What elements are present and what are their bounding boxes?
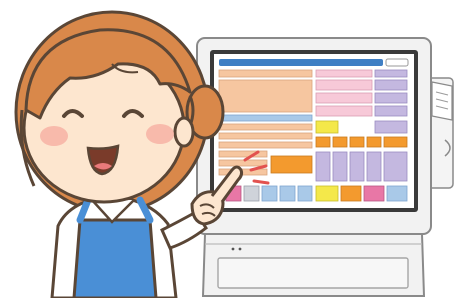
cheek-right — [146, 124, 174, 144]
apron — [72, 218, 158, 298]
yellow-button — [315, 120, 339, 134]
order-panel-main — [218, 79, 313, 113]
ear — [173, 116, 195, 148]
indicator-light — [231, 247, 235, 251]
cash-drawer — [217, 257, 409, 289]
order-panel-top — [218, 69, 313, 78]
screen-header-bar — [219, 59, 383, 66]
orange-total-button — [270, 155, 313, 174]
cheek-left — [40, 126, 68, 146]
screen-header-field — [385, 58, 409, 67]
order-panel-blue-line — [218, 114, 313, 122]
illustration-canvas — [14, 10, 454, 298]
